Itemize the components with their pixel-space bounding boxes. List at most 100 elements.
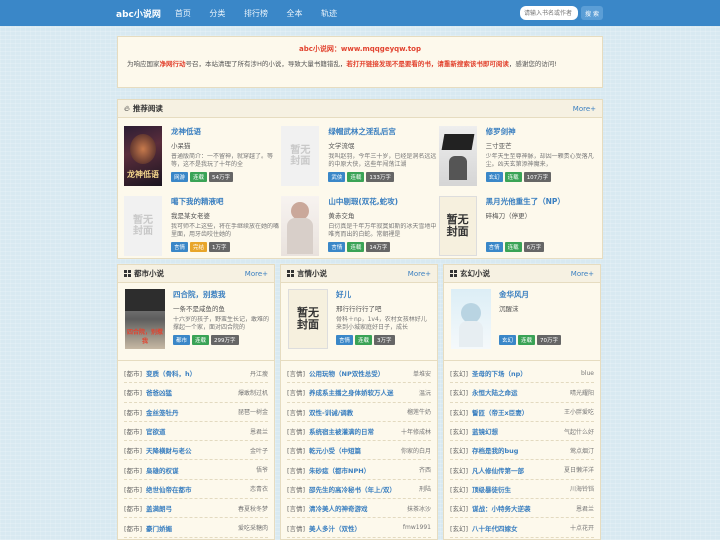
book-desc: 骨科＋np，1v4，农村女孩林好儿来到小城家庭好日子，成长 — [336, 316, 427, 331]
list-item-category[interactable]: [言情] — [287, 484, 309, 494]
list-item-category[interactable]: [玄幻] — [450, 426, 472, 436]
list-item-title[interactable]: 圣母的下场（np） — [472, 368, 581, 378]
list-item-title[interactable]: 清冷美人的神奇游戏 — [309, 503, 407, 513]
column-title: 玄幻小说 — [460, 269, 490, 278]
book-title[interactable]: 绿帽武林之淫乱后宫 — [328, 126, 438, 137]
book-tag[interactable]: 言情 — [485, 242, 503, 252]
nav-home[interactable]: 首页 — [175, 9, 191, 18]
list-item-title[interactable]: 变质（骨科，h） — [146, 368, 250, 378]
recommend-panel: 🔥︎ 推荐阅读 More+ 龙神低语 龙神低语 小呆猫 普通版简介：一不留神，就… — [117, 99, 603, 259]
list-item-category[interactable]: [玄幻] — [450, 445, 472, 455]
list-item-title[interactable]: 谋战：小特务大逆袭 — [472, 503, 576, 513]
list-item-title[interactable]: 爸爸凶猛 — [146, 387, 238, 397]
list-item-title[interactable]: 誓匝（帝王x臣妻） — [472, 407, 564, 417]
column-more-link[interactable]: More+ — [408, 270, 431, 278]
search-input[interactable] — [520, 6, 578, 20]
book-cover[interactable] — [451, 289, 491, 349]
list-item-category[interactable]: [言情] — [287, 445, 309, 455]
list-item-category[interactable]: [都市] — [124, 523, 146, 533]
list-item-category[interactable]: [玄幻] — [450, 523, 472, 533]
recommend-more-link[interactable]: More+ — [573, 105, 596, 113]
list-item-title[interactable]: 绝世仙帝在都市 — [146, 484, 250, 494]
list-item-category[interactable]: [都市] — [124, 407, 146, 417]
list-item-category[interactable]: [都市] — [124, 465, 146, 475]
book-tag[interactable]: 玄幻 — [485, 172, 503, 182]
list-item-category[interactable]: [都市] — [124, 484, 146, 494]
list-item-title[interactable]: 豪门娇媚 — [146, 523, 238, 533]
book-title[interactable]: 修罗剑神 — [486, 126, 596, 137]
book-tag[interactable]: 网游 — [171, 172, 189, 182]
list-item-title[interactable]: 八十年代四嫁女 — [472, 523, 570, 533]
book-title[interactable]: 好儿 — [336, 289, 432, 300]
list-item-category[interactable]: [言情] — [287, 503, 309, 513]
list-item-title[interactable]: 公用玩物（NP双性总受） — [309, 368, 413, 378]
book-cover[interactable] — [438, 126, 477, 186]
list-item: [都市] 天降横财与老公 金叶子 — [124, 441, 268, 461]
nav-category[interactable]: 分类 — [209, 9, 225, 18]
list-item-title[interactable]: 永恒大陆之命运 — [472, 387, 570, 397]
list-item-category[interactable]: [玄幻] — [450, 484, 472, 494]
book-title[interactable]: 黑月光他重生了（NP） — [486, 196, 596, 207]
book-cover[interactable]: 四合院，别惹我 — [125, 289, 165, 349]
book-tag[interactable]: 都市 — [173, 335, 191, 345]
book-cover[interactable] — [281, 196, 320, 256]
list-item-title[interactable]: 凡人修仙传第一部 — [472, 465, 564, 475]
book-title[interactable]: 山中剔瑕(双花,蛇攻) — [328, 196, 438, 207]
book-tag[interactable]: 武侠 — [328, 172, 346, 182]
list-item-title[interactable]: 金丝笼牡丹 — [146, 407, 238, 417]
book-tag[interactable]: 言情 — [328, 242, 346, 252]
list-item-category[interactable]: [都市] — [124, 503, 146, 513]
book-tag[interactable]: 言情 — [336, 335, 354, 345]
list-item-category[interactable]: [玄幻] — [450, 368, 472, 378]
list-item-title[interactable]: 顶级暴徒衍生 — [472, 484, 570, 494]
list-item-category[interactable]: [玄幻] — [450, 503, 472, 513]
site-logo[interactable]: abc小说网 — [116, 7, 161, 20]
list-item-title[interactable]: 枭雄的权谋 — [146, 465, 256, 475]
list-item-category[interactable]: [都市] — [124, 387, 146, 397]
list-item-category[interactable]: [都市] — [124, 445, 146, 455]
list-item-title[interactable]: 乾元小受（中短篇 — [309, 445, 401, 455]
nav-ranking[interactable]: 排行榜 — [244, 9, 268, 18]
list-item-author: 气起什么好 — [563, 428, 594, 436]
list-item-category[interactable]: [玄幻] — [450, 387, 472, 397]
column-more-link[interactable]: More+ — [571, 270, 594, 278]
list-item-category[interactable]: [言情] — [287, 387, 309, 397]
list-item-title[interactable]: 存档是我的bug — [472, 445, 570, 455]
column-more-link[interactable]: More+ — [245, 270, 268, 278]
list-item-category[interactable]: [言情] — [287, 426, 309, 436]
search-button[interactable]: 搜 索 — [581, 6, 603, 20]
list-item-title[interactable]: 美人多汁（双性） — [309, 523, 403, 533]
list-item-title[interactable]: 系统宿主被灌满的日常 — [309, 426, 401, 436]
list-item-category[interactable]: [玄幻] — [450, 407, 472, 417]
book-cover[interactable]: 龙神低语 — [124, 126, 162, 186]
list-item-title[interactable]: 朱砂痣（都市NPH） — [309, 465, 419, 475]
book-cover-placeholder[interactable]: 暂无封面 — [281, 126, 320, 186]
list-item-category[interactable]: [言情] — [287, 523, 309, 533]
book-tags: 玄幻 连载 107万字 — [485, 172, 596, 182]
list-item-category[interactable]: [言情] — [287, 368, 309, 378]
nav-completed[interactable]: 全本 — [287, 9, 303, 18]
book-cover-placeholder[interactable]: 暂无封面 — [288, 289, 328, 349]
book-tag[interactable]: 玄幻 — [499, 335, 517, 345]
list-item-title[interactable]: 养成系主播之身体娇软万人迷 — [309, 387, 419, 397]
list-item-category[interactable]: [都市] — [124, 368, 146, 378]
book-title[interactable]: 噶下我的精液吧 — [171, 196, 281, 207]
book-tag: 连载 — [190, 172, 208, 182]
list-item-title[interactable]: 盖满朗弓 — [146, 503, 238, 513]
book-title[interactable]: 四合院，别惹我 — [173, 289, 269, 300]
book-title[interactable]: 金华风月 — [499, 289, 595, 300]
list-item-title[interactable]: 天降横财与老公 — [146, 445, 250, 455]
list-item-title[interactable]: 双性-训诫/调教 — [309, 407, 407, 417]
book-cover-placeholder[interactable]: 暂无封面 — [438, 196, 477, 256]
nav-history[interactable]: 轨迹 — [321, 9, 337, 18]
book-tag[interactable]: 言情 — [171, 242, 189, 252]
list-item-category[interactable]: [都市] — [124, 426, 146, 436]
list-item-title[interactable]: 邵先生的高冷秘书（年上/双） — [309, 484, 419, 494]
book-title[interactable]: 龙神低语 — [171, 126, 281, 137]
book-cover-placeholder[interactable]: 暂无封面 — [124, 196, 162, 256]
list-item-category[interactable]: [言情] — [287, 465, 309, 475]
list-item-category[interactable]: [玄幻] — [450, 465, 472, 475]
list-item-category[interactable]: [言情] — [287, 407, 309, 417]
list-item-title[interactable]: 官欲道 — [146, 426, 250, 436]
list-item-title[interactable]: 蓝镜幻想 — [472, 426, 564, 436]
